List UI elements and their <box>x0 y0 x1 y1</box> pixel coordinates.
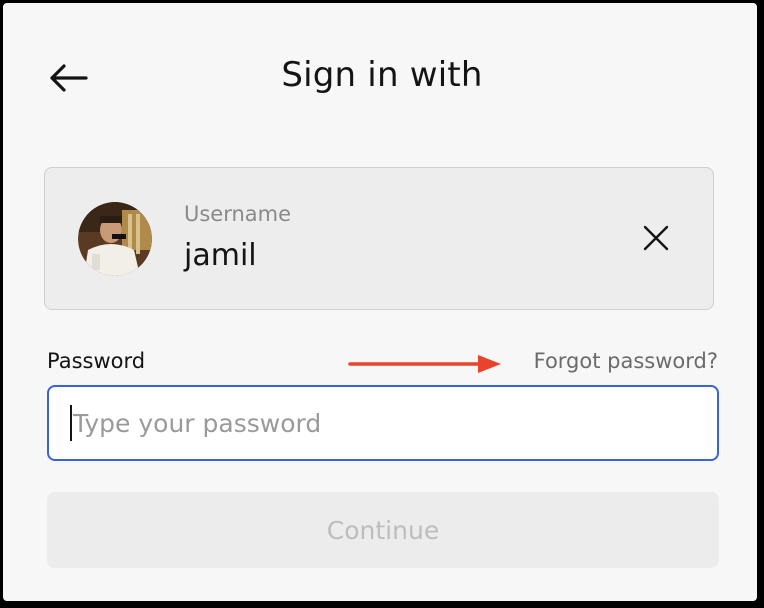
close-icon <box>642 224 670 256</box>
arrow-right-icon <box>348 352 503 376</box>
clear-account-button[interactable] <box>636 220 676 260</box>
username-label: Username <box>184 202 292 226</box>
forgot-password-link[interactable]: Forgot password? <box>534 349 718 373</box>
sign-in-screen: Sign in with Username jamil Password For… <box>3 3 757 601</box>
username-value: jamil <box>184 238 257 273</box>
continue-button[interactable]: Continue <box>47 492 719 568</box>
page-title: Sign in with <box>281 55 483 95</box>
password-label: Password <box>47 349 146 373</box>
text-cursor <box>70 405 72 441</box>
account-card: Username jamil <box>44 167 714 310</box>
user-avatar <box>78 202 152 276</box>
password-input[interactable] <box>47 385 719 461</box>
